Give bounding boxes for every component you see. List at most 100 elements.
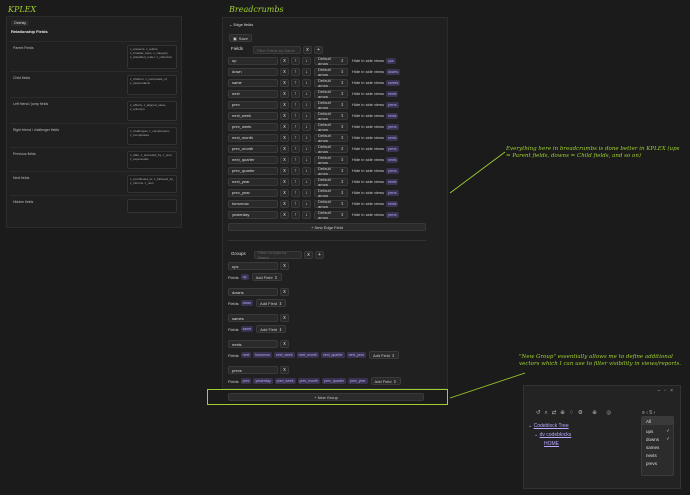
move-up-icon[interactable]: ↑ — [291, 111, 300, 120]
edge-field-name-input[interactable]: next_week — [228, 111, 278, 120]
group-field-tag[interactable]: prev_month — [297, 378, 321, 384]
move-up-icon[interactable]: ↑ — [291, 188, 300, 197]
edge-field-name-input[interactable]: up — [228, 56, 278, 65]
move-down-icon[interactable]: ↓ — [302, 122, 311, 131]
delete-field-button[interactable]: x — [280, 199, 289, 208]
group-field-tag[interactable]: next_quarter — [320, 352, 345, 358]
group-field-tag[interactable]: same — [240, 326, 254, 332]
edge-field-name-input[interactable]: prev_quarter — [228, 166, 278, 175]
group-name-input[interactable]: prevs — [228, 366, 278, 374]
move-up-icon[interactable]: ↑ — [291, 210, 300, 219]
group-filter-option[interactable]: All — [642, 417, 673, 425]
tree-child[interactable]: ⌄ dv codeblocks — [534, 432, 571, 438]
edge-field-name-input[interactable]: down — [228, 67, 278, 76]
edge-field-name-input[interactable]: prev_week — [228, 122, 278, 131]
kplex-field-textarea[interactable] — [127, 199, 177, 213]
group-filter-option[interactable]: downs ✓ — [642, 435, 673, 443]
edge-field-name-input[interactable]: yesterday — [228, 210, 278, 219]
edge-field-name-input[interactable]: prev_month — [228, 144, 278, 153]
group-field-tag[interactable]: next_month — [296, 352, 319, 358]
kplex-field-textarea[interactable]: z_date, z_preceded_by, z_prev, z_superse… — [127, 151, 177, 169]
move-up-icon[interactable]: ↑ — [291, 100, 300, 109]
move-down-icon[interactable]: ↓ — [302, 199, 311, 208]
tree-root[interactable]: ⌄ Codeblock Tree — [528, 423, 569, 429]
edge-field-name-input[interactable]: prev — [228, 100, 278, 109]
move-up-icon[interactable]: ↑ — [291, 144, 300, 153]
group-field-tag[interactable]: next_year — [346, 352, 366, 358]
group-tag[interactable]: nexts — [386, 178, 399, 185]
move-up-icon[interactable]: ↑ — [291, 122, 300, 131]
move-down-icon[interactable]: ↓ — [302, 100, 311, 109]
arrow-style-select[interactable]: Default arrow ⇕ — [314, 56, 348, 66]
add-group-filter-button[interactable]: + — [315, 251, 324, 259]
group-field-tag[interactable]: next_week — [273, 352, 295, 358]
move-down-icon[interactable]: ↓ — [302, 111, 311, 120]
move-down-icon[interactable]: ↓ — [302, 188, 311, 197]
group-filter-option[interactable]: nexts — [642, 451, 673, 459]
new-group-button[interactable]: + New Group — [228, 393, 424, 401]
arrow-style-select[interactable]: Default arrow ⇕ — [314, 155, 348, 165]
move-up-icon[interactable]: ↑ — [291, 199, 300, 208]
arrow-style-select[interactable]: Default arrow ⇕ — [314, 166, 348, 176]
group-field-tag[interactable]: prev_week — [274, 378, 296, 384]
delete-group-button[interactable]: x — [280, 262, 289, 270]
delete-group-button[interactable]: x — [280, 340, 289, 348]
move-down-icon[interactable]: ↓ — [302, 177, 311, 186]
edge-field-name-input[interactable]: next — [228, 89, 278, 98]
arrow-style-select[interactable]: Default arrow ⇕ — [314, 78, 348, 88]
move-down-icon[interactable]: ↓ — [302, 144, 311, 153]
kplex-field-textarea[interactable]: z_answers, z_author, z_broader_topic, z_… — [127, 45, 177, 69]
group-tag[interactable]: nexts — [386, 200, 399, 207]
move-up-icon[interactable]: ↑ — [291, 155, 300, 164]
edge-field-name-input[interactable]: same — [228, 78, 278, 87]
kplex-field-textarea[interactable]: z_challenges, z_complement, z_complicate… — [127, 127, 177, 145]
delete-field-button[interactable]: x — [280, 89, 289, 98]
move-down-icon[interactable]: ↓ — [302, 133, 311, 142]
arrow-style-select[interactable]: Default arrow ⇕ — [314, 188, 348, 198]
move-up-icon[interactable]: ↑ — [291, 133, 300, 142]
move-up-icon[interactable]: ↑ — [291, 78, 300, 87]
delete-field-button[interactable]: x — [280, 177, 289, 186]
add-field-filter-button[interactable]: + — [314, 46, 323, 54]
delete-group-button[interactable]: x — [280, 314, 289, 322]
kplex-field-textarea[interactable]: z_children, z_composed_of, z_descendants — [127, 75, 177, 95]
delete-field-button[interactable]: x — [280, 166, 289, 175]
delete-field-button[interactable]: x — [280, 122, 289, 131]
delete-field-button[interactable]: x — [280, 144, 289, 153]
group-field-tag[interactable]: prev — [240, 378, 252, 384]
move-down-icon[interactable]: ↓ — [302, 166, 311, 175]
edge-field-name-input[interactable]: tomorrow — [228, 199, 278, 208]
arrow-style-select[interactable]: Default arrow ⇕ — [314, 177, 348, 187]
delete-field-button[interactable]: x — [280, 210, 289, 219]
group-tag[interactable]: prevs — [386, 145, 399, 152]
group-field-tag[interactable]: next — [240, 352, 252, 358]
kplex-field-textarea[interactable]: z_contributed_to, z_followed_by, z_infor… — [127, 175, 177, 193]
arrow-style-select[interactable]: Default arrow ⇕ — [314, 111, 348, 121]
group-tag[interactable]: prevs — [386, 101, 399, 108]
move-up-icon[interactable]: ↑ — [291, 166, 300, 175]
move-up-icon[interactable]: ↑ — [291, 67, 300, 76]
group-field-tag[interactable]: yesterday — [253, 378, 273, 384]
group-tag[interactable]: sames — [386, 79, 401, 86]
edge-field-name-input[interactable]: prev_year — [228, 188, 278, 197]
arrow-style-select[interactable]: Default arrow ⇕ — [314, 199, 348, 209]
group-tag[interactable]: nexts — [386, 134, 399, 141]
delete-field-button[interactable]: x — [280, 133, 289, 142]
edge-field-name-input[interactable]: next_month — [228, 133, 278, 142]
arrow-style-select[interactable]: Default arrow ⇕ — [314, 67, 348, 77]
edge-field-name-input[interactable]: next_quarter — [228, 155, 278, 164]
delete-field-button[interactable]: x — [280, 111, 289, 120]
group-filter-option[interactable]: sames — [642, 443, 673, 451]
delete-group-button[interactable]: x — [280, 288, 289, 296]
delete-group-button[interactable]: x — [280, 366, 289, 374]
group-tag[interactable]: prevs — [386, 189, 399, 196]
clear-filter-groups-button[interactable]: x — [304, 251, 313, 259]
group-tag[interactable]: prevs — [386, 167, 399, 174]
group-field-tag[interactable]: tomorrow — [253, 352, 272, 358]
edge-fields-header[interactable]: ⌄ Edge fields — [229, 22, 253, 27]
clear-filter-fields-button[interactable]: x — [303, 46, 312, 54]
group-field-tag[interactable]: prev_year — [347, 378, 368, 384]
move-up-icon[interactable]: ↑ — [291, 89, 300, 98]
arrow-style-select[interactable]: Default arrow ⇕ — [314, 89, 348, 99]
delete-field-button[interactable]: x — [280, 56, 289, 65]
